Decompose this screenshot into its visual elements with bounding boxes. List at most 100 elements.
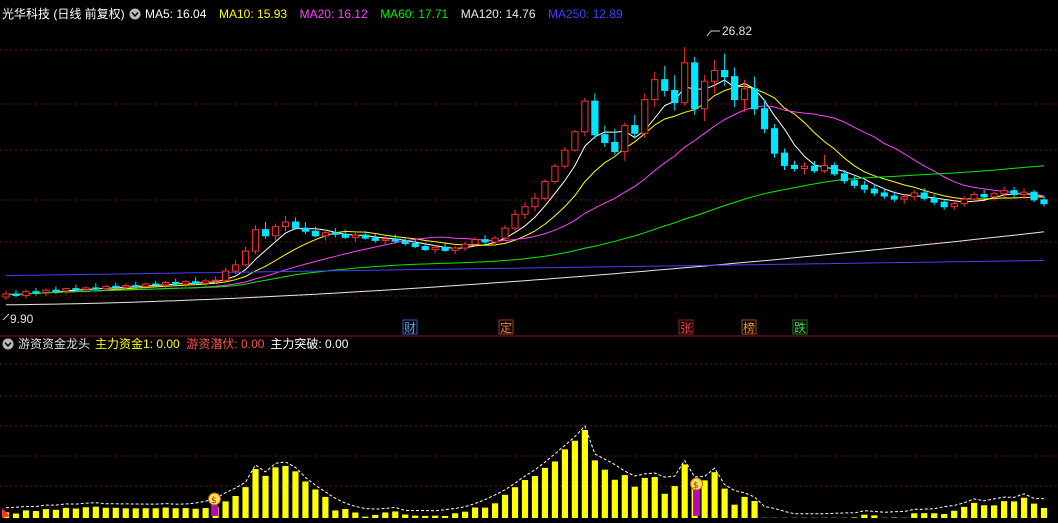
event-limit-down[interactable]: 跌: [792, 319, 808, 335]
candle-body: [910, 192, 918, 198]
candle-body: [800, 165, 809, 169]
indicator-settings-icon[interactable]: [2, 338, 14, 350]
flow-bar: [402, 514, 409, 518]
candle-body: [960, 198, 968, 205]
flow-bar: [541, 467, 549, 518]
ma-settings-icon[interactable]: [129, 8, 141, 20]
candle-body: [501, 227, 509, 239]
event-list-label: 榜: [743, 320, 755, 335]
flow-bar: [152, 508, 159, 518]
candle-body: [601, 134, 609, 143]
flow-bar: [222, 501, 229, 518]
flow-bar: [132, 508, 139, 518]
flow-bar: [392, 511, 399, 518]
low-price-label: 9.90: [10, 312, 34, 326]
candle-body: [221, 270, 230, 281]
candle-body: [142, 283, 150, 287]
flow-bar: [1010, 501, 1018, 518]
candle-body: [411, 242, 419, 248]
ma-legend-item: MA120: 14.76: [461, 7, 536, 21]
candle-body: [12, 293, 20, 297]
candle-body: [740, 88, 749, 101]
flow-bar: [102, 507, 109, 518]
flow-bar: [481, 507, 489, 518]
indicator-legend-item: 主力资金1: 0.00: [95, 336, 180, 351]
candle-body: [770, 128, 779, 154]
candle-body: [711, 70, 719, 82]
candle-body: [890, 195, 898, 200]
candle-body: [202, 280, 210, 284]
flow-bar: [452, 513, 459, 518]
flow-bar: [601, 469, 608, 518]
candle-body: [681, 62, 689, 104]
candle-body: [291, 221, 300, 229]
indicator-name: 游资资金龙头: [18, 336, 90, 351]
flow-bar: [951, 510, 958, 518]
flow-bar: [571, 440, 578, 518]
low-price-marker: 9.90: [2, 312, 34, 326]
candle-body: [112, 285, 120, 288]
candle-body: [561, 149, 569, 167]
flow-bar: [491, 503, 499, 518]
flow-bar: [52, 509, 59, 518]
event-placement-label: 定: [500, 320, 512, 335]
flow-bar: [412, 515, 419, 518]
flow-bar: [591, 460, 598, 518]
candle-body: [152, 283, 160, 286]
flow-bar: [432, 515, 439, 518]
event-finance[interactable]: 财: [402, 319, 418, 335]
candle-body: [261, 229, 270, 237]
flow-bar: [981, 505, 988, 518]
flow-bar: [871, 515, 878, 518]
event-finance-label: 财: [404, 321, 416, 335]
flow-bar: [312, 489, 319, 518]
stock-title: 光华科技 (日线 前复权): [2, 6, 125, 21]
flow-bar: [372, 514, 379, 518]
candle-body: [661, 79, 669, 91]
candle-body: [491, 237, 499, 243]
candle-body: [122, 285, 130, 288]
high-price-marker: 26.82: [706, 24, 752, 38]
candle-body: [691, 62, 699, 110]
flow-bar: [1040, 507, 1048, 518]
flow-bar: [362, 516, 369, 518]
ma-legend-item: MA60: 17.71: [380, 7, 448, 21]
candle-body: [421, 246, 429, 251]
candle-body: [481, 239, 489, 243]
candle-body: [331, 232, 339, 235]
flow-bar: [551, 461, 559, 518]
event-limit-up[interactable]: 张: [678, 319, 694, 335]
signal-marker-left: $: [208, 492, 221, 516]
flow-bar: [262, 475, 269, 518]
candle-body: [591, 100, 599, 136]
indicator-legend-item: 主力突破: 0.00: [270, 336, 348, 351]
candle-body: [451, 247, 459, 251]
flow-bar: [851, 517, 858, 518]
event-limit-up-label: 张: [680, 321, 692, 335]
candle-body: [990, 193, 998, 198]
flow-bar: [182, 508, 189, 518]
flow-bar: [272, 467, 279, 518]
candle-body: [731, 76, 739, 101]
candle-body: [391, 238, 399, 242]
candle-body: [880, 192, 888, 197]
candle-body: [231, 264, 240, 272]
candle-body: [371, 237, 379, 241]
candle-body: [132, 285, 140, 288]
candle-body: [790, 164, 799, 169]
event-limit-down-label: 跌: [794, 320, 806, 335]
flow-bar: [202, 508, 209, 518]
event-dragon-tiger-list[interactable]: 榜: [741, 319, 757, 335]
candle-body: [721, 70, 729, 78]
candle-body: [551, 165, 559, 182]
candle-body: [341, 233, 349, 238]
svg-text:$: $: [211, 496, 217, 506]
candle-body: [361, 234, 369, 239]
flow-bar: [521, 479, 529, 518]
candle-body: [780, 152, 789, 166]
candle-body: [32, 291, 40, 294]
event-placement[interactable]: 定: [498, 319, 514, 335]
flow-bar: [621, 475, 628, 518]
flow-bar: [741, 496, 748, 518]
flow-bar: [731, 504, 738, 518]
